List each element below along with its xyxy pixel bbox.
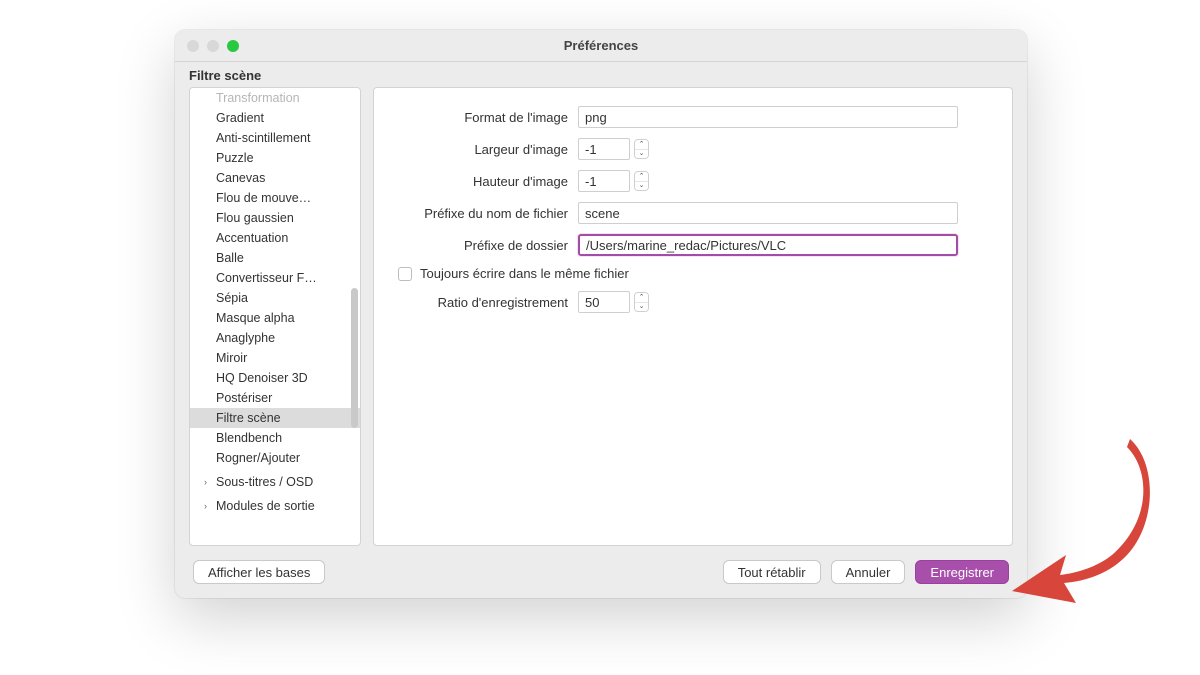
- window-title: Préférences: [564, 38, 638, 53]
- image-width-input[interactable]: [578, 138, 630, 160]
- sidebar: TransformationGradientAnti-scintillement…: [189, 87, 361, 546]
- sidebar-item[interactable]: Flou de mouve…: [190, 188, 360, 208]
- sidebar-item[interactable]: Transformation: [190, 88, 360, 108]
- sidebar-item[interactable]: Balle: [190, 248, 360, 268]
- chevron-up-icon: ⌃: [635, 172, 648, 182]
- titlebar: Préférences: [175, 30, 1027, 62]
- chevron-up-icon: ⌃: [635, 140, 648, 150]
- sidebar-item[interactable]: Accentuation: [190, 228, 360, 248]
- sidebar-group-label: Modules de sortie: [216, 499, 315, 513]
- record-ratio-stepper[interactable]: ⌃ ⌄: [634, 292, 649, 312]
- filename-prefix-input[interactable]: [578, 202, 958, 224]
- record-ratio-label: Ratio d'enregistrement: [398, 295, 578, 310]
- sidebar-item[interactable]: Rogner/Ajouter: [190, 448, 360, 468]
- dir-prefix-input[interactable]: [578, 234, 958, 256]
- sidebar-group[interactable]: ›Sous-titres / OSD: [190, 472, 360, 492]
- sidebar-item[interactable]: HQ Denoiser 3D: [190, 368, 360, 388]
- image-width-label: Largeur d'image: [398, 142, 578, 157]
- sidebar-item[interactable]: Miroir: [190, 348, 360, 368]
- always-write-checkbox[interactable]: [398, 267, 412, 281]
- sidebar-item[interactable]: Blendbench: [190, 428, 360, 448]
- settings-pane: Format de l'image Largeur d'image ⌃ ⌄ Ha…: [373, 87, 1013, 546]
- filename-prefix-label: Préfixe du nom de fichier: [398, 206, 578, 221]
- image-format-label: Format de l'image: [398, 110, 578, 125]
- chevron-right-icon: ›: [204, 501, 214, 511]
- panel-title: Filtre scène: [175, 62, 1027, 87]
- show-bases-button[interactable]: Afficher les bases: [193, 560, 325, 584]
- image-width-stepper[interactable]: ⌃ ⌄: [634, 139, 649, 159]
- reset-all-button[interactable]: Tout rétablir: [723, 560, 821, 584]
- record-ratio-input[interactable]: [578, 291, 630, 313]
- save-button[interactable]: Enregistrer: [915, 560, 1009, 584]
- sidebar-item[interactable]: Masque alpha: [190, 308, 360, 328]
- always-write-label: Toujours écrire dans le même fichier: [420, 266, 629, 281]
- image-format-input[interactable]: [578, 106, 958, 128]
- chevron-up-icon: ⌃: [635, 293, 648, 303]
- zoom-dot[interactable]: [227, 40, 239, 52]
- minimize-dot[interactable]: [207, 40, 219, 52]
- preferences-window: Préférences Filtre scène TransformationG…: [175, 30, 1027, 598]
- sidebar-item[interactable]: Gradient: [190, 108, 360, 128]
- cancel-button[interactable]: Annuler: [831, 560, 906, 584]
- window-controls: [187, 40, 239, 52]
- sidebar-group[interactable]: ›Modules de sortie: [190, 496, 360, 516]
- close-dot[interactable]: [187, 40, 199, 52]
- dir-prefix-label: Préfixe de dossier: [398, 238, 578, 253]
- chevron-down-icon: ⌄: [635, 182, 648, 191]
- image-height-label: Hauteur d'image: [398, 174, 578, 189]
- sidebar-item[interactable]: Postériser: [190, 388, 360, 408]
- sidebar-item[interactable]: Filtre scène: [190, 408, 360, 428]
- footer: Afficher les bases Tout rétablir Annuler…: [175, 546, 1027, 598]
- sidebar-group-label: Sous-titres / OSD: [216, 475, 313, 489]
- image-height-stepper[interactable]: ⌃ ⌄: [634, 171, 649, 191]
- sidebar-item[interactable]: Flou gaussien: [190, 208, 360, 228]
- image-height-input[interactable]: [578, 170, 630, 192]
- sidebar-item[interactable]: Puzzle: [190, 148, 360, 168]
- sidebar-item[interactable]: Convertisseur F…: [190, 268, 360, 288]
- sidebar-item[interactable]: Anaglyphe: [190, 328, 360, 348]
- sidebar-item[interactable]: Sépia: [190, 288, 360, 308]
- sidebar-item[interactable]: Canevas: [190, 168, 360, 188]
- sidebar-scrollbar[interactable]: [351, 288, 358, 428]
- chevron-down-icon: ⌄: [635, 303, 648, 312]
- chevron-right-icon: ›: [204, 477, 214, 487]
- chevron-down-icon: ⌄: [635, 150, 648, 159]
- sidebar-item[interactable]: Anti-scintillement: [190, 128, 360, 148]
